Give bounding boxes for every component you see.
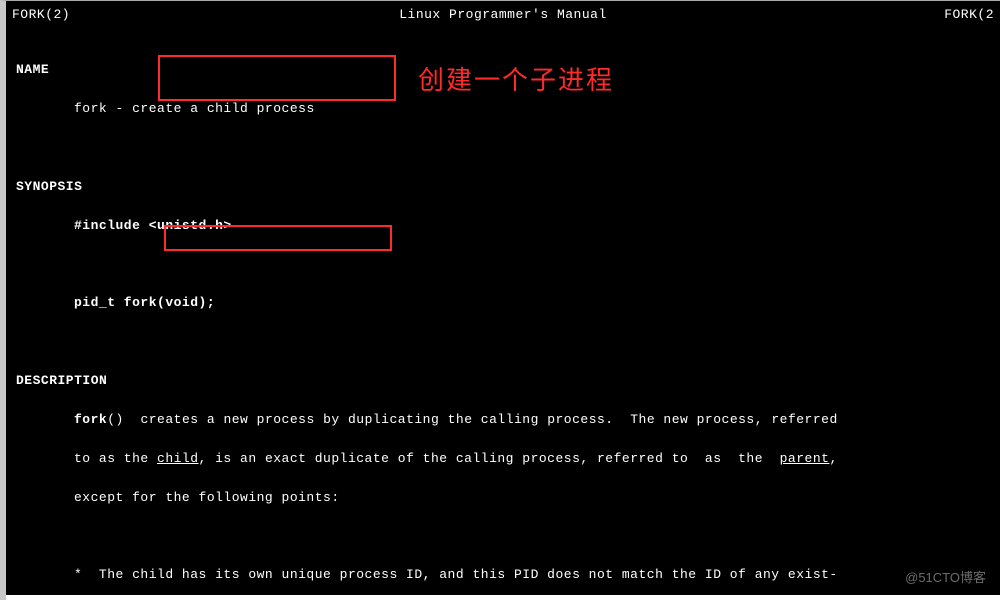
section-synopsis-heading: SYNOPSIS xyxy=(16,177,994,197)
desc-l1c: by duplicating the calling process. The … xyxy=(315,412,838,427)
desc-l2a: to as the xyxy=(74,451,157,466)
synopsis-include: #include <unistd.h> xyxy=(16,216,994,236)
name-prefix: fork - xyxy=(74,101,124,116)
section-description-heading: DESCRIPTION xyxy=(16,371,994,391)
watermark-text: @51CTO博客 xyxy=(905,568,986,588)
header-left: FORK(2) xyxy=(12,5,70,25)
description-intro-l2: to as the child, is an exact duplicate o… xyxy=(16,449,994,469)
description-intro-l1: fork() creates a new process by duplicat… xyxy=(16,410,994,430)
desc-child-underline: child xyxy=(157,451,199,466)
annotation-text: 创建一个子进程 xyxy=(418,61,614,100)
window-frame: FORK(2) Linux Programmer's Manual FORK(2… xyxy=(0,0,1000,600)
header-right: FORK(2 xyxy=(944,5,994,25)
header-center: Linux Programmer's Manual xyxy=(399,5,607,25)
desc-fork-bold: fork xyxy=(74,412,107,427)
man-page-terminal: FORK(2) Linux Programmer's Manual FORK(2… xyxy=(6,1,1000,595)
synopsis-signature: pid_t fork(void); xyxy=(16,293,994,313)
bullet-0-l1: * The child has its own unique process I… xyxy=(16,565,994,585)
desc-l2c: , xyxy=(829,451,837,466)
man-page-header: FORK(2) Linux Programmer's Manual FORK(2 xyxy=(6,1,1000,31)
name-boxed-text: create a child process xyxy=(124,101,315,116)
description-intro-l3: except for the following points: xyxy=(16,488,994,508)
desc-parent-underline: parent xyxy=(780,451,830,466)
desc-l2b: , is an exact duplicate of the calling p… xyxy=(199,451,780,466)
man-page-body: NAME fork - create a child process SYNOP… xyxy=(6,31,1000,596)
name-line: fork - create a child process xyxy=(16,99,994,119)
desc-boxed-text: creates a new process xyxy=(140,412,314,427)
desc-l1b: () xyxy=(107,412,140,427)
